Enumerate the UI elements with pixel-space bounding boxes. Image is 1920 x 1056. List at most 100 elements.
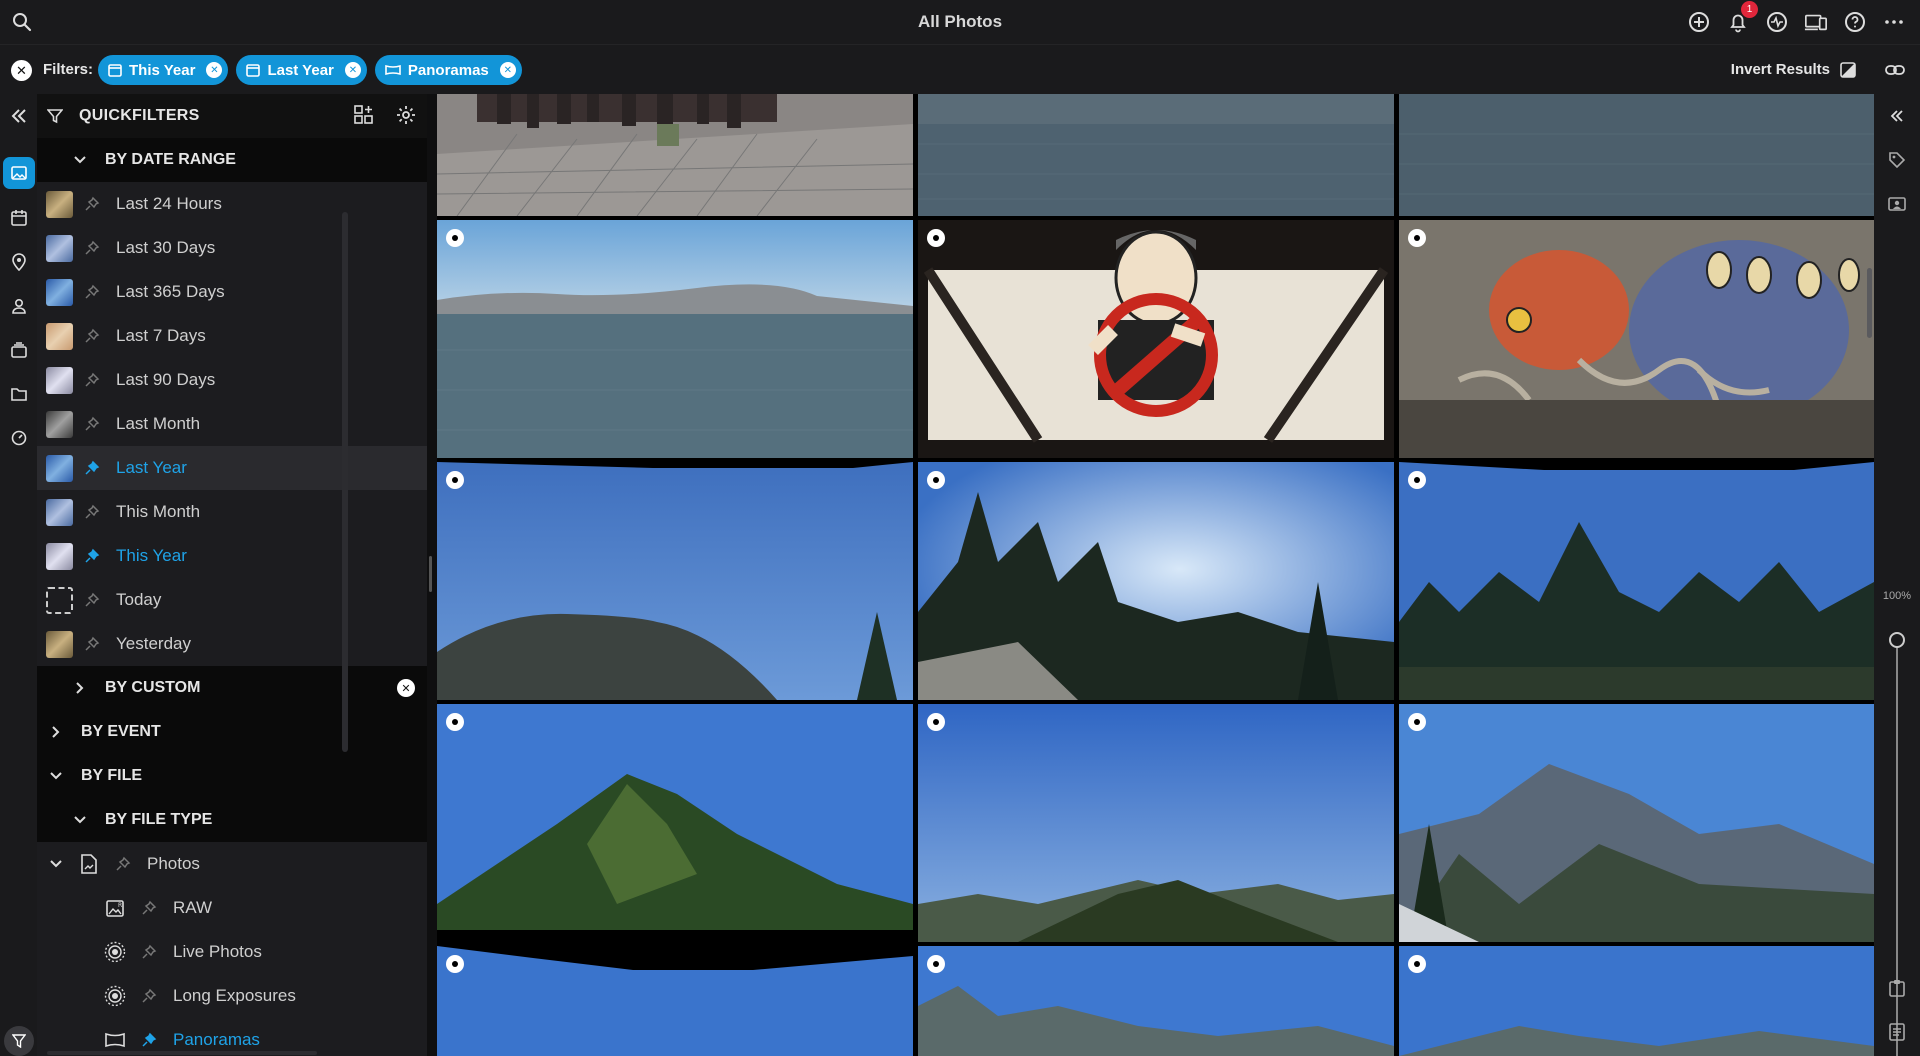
chip-label: Panoramas: [407, 61, 489, 79]
photo-tile[interactable]: [1399, 94, 1874, 216]
filter-toggle-icon[interactable]: [4, 1026, 34, 1056]
date-filter-item[interactable]: Last 30 Days: [37, 226, 427, 270]
sidebar-scrollbar[interactable]: [342, 212, 348, 752]
photo-tile[interactable]: [918, 220, 1394, 458]
collapse-sidebar-icon[interactable]: [7, 104, 31, 128]
albums-view-icon[interactable]: [7, 338, 31, 362]
remove-chip-button[interactable]: ✕: [344, 62, 361, 78]
date-filter-item[interactable]: This Year: [37, 534, 427, 578]
date-filter-item[interactable]: Last 365 Days: [37, 270, 427, 314]
pin-icon[interactable]: [115, 856, 133, 872]
pin-icon[interactable]: [84, 460, 102, 476]
file-type-photos[interactable]: Photos: [37, 842, 427, 886]
item-label: Panoramas: [173, 1030, 260, 1049]
panel-resize-handle[interactable]: [429, 556, 432, 592]
photo-tile[interactable]: [918, 94, 1394, 216]
thumbnail: [46, 410, 73, 438]
date-filter-item[interactable]: Last Year: [37, 446, 427, 490]
expand-panel-icon[interactable]: [1885, 104, 1909, 128]
file-type-item[interactable]: Live Photos: [37, 930, 427, 974]
photo-tile[interactable]: [1399, 220, 1874, 458]
section-by-date-range[interactable]: BY DATE RANGE: [37, 138, 427, 182]
pin-icon[interactable]: [141, 988, 159, 1004]
pin-icon[interactable]: [84, 504, 102, 520]
pin-icon[interactable]: [84, 372, 102, 388]
dashboard-view-icon[interactable]: [7, 426, 31, 450]
filter-chip-panoramas[interactable]: Panoramas ✕: [374, 55, 522, 85]
pin-icon[interactable]: [84, 284, 102, 300]
panorama-icon: [385, 63, 401, 77]
photo-tile[interactable]: [918, 946, 1394, 1056]
pin-icon[interactable]: [84, 636, 102, 652]
photo-tile[interactable]: [437, 946, 913, 1056]
remove-chip-button[interactable]: ✕: [499, 62, 516, 78]
devices-icon[interactable]: [1804, 10, 1828, 34]
pin-icon[interactable]: [141, 1032, 159, 1048]
date-filter-item[interactable]: This Month: [37, 490, 427, 534]
geotag-icon: [927, 471, 945, 489]
filter-chip-this-year[interactable]: This Year ✕: [98, 55, 229, 85]
invert-results-label: Invert Results: [1730, 61, 1830, 78]
pin-icon[interactable]: [141, 900, 159, 916]
section-by-file[interactable]: BY FILE: [37, 754, 427, 798]
photo-tile[interactable]: [1399, 704, 1874, 942]
pin-icon[interactable]: [84, 240, 102, 256]
more-options-icon[interactable]: [1882, 10, 1906, 34]
pin-icon[interactable]: [84, 196, 102, 212]
remove-chip-button[interactable]: ✕: [206, 62, 223, 78]
document-icon: [77, 854, 101, 874]
photos-view-icon[interactable]: [3, 157, 35, 189]
notifications-bell-icon[interactable]: 1: [1726, 1, 1758, 34]
sidebar-horizontal-scrollbar[interactable]: [47, 1051, 317, 1055]
date-filter-item[interactable]: Last 7 Days: [37, 314, 427, 358]
pin-icon[interactable]: [141, 944, 159, 960]
section-by-event[interactable]: BY EVENT: [37, 710, 427, 754]
zoom-slider-handle[interactable]: [1889, 632, 1905, 648]
clear-filters-button[interactable]: ✕: [11, 60, 32, 81]
quickfilters-panel: QUICKFILTERS BY DATE RANGE Last 24 Hours…: [37, 94, 427, 1056]
photo-tile[interactable]: [1399, 462, 1874, 700]
photo-tile[interactable]: [437, 220, 913, 458]
pin-icon[interactable]: [84, 548, 102, 564]
item-label: This Year: [116, 546, 187, 565]
photo-tile[interactable]: [918, 462, 1394, 700]
calendar-view-icon[interactable]: [7, 206, 31, 230]
activity-icon[interactable]: [1765, 10, 1789, 34]
photo-tile[interactable]: [437, 462, 913, 700]
date-filter-item[interactable]: Today: [37, 578, 427, 622]
clear-custom-button[interactable]: ✕: [397, 679, 415, 697]
people-view-icon[interactable]: [7, 294, 31, 318]
photo-tile[interactable]: [1399, 946, 1874, 1056]
date-filter-item[interactable]: Last 24 Hours: [37, 182, 427, 226]
photo-tile[interactable]: [918, 704, 1394, 942]
date-filter-item[interactable]: Last 90 Days: [37, 358, 427, 402]
photo-tile[interactable]: [437, 94, 913, 216]
clipboard-icon[interactable]: [1885, 976, 1909, 1000]
help-icon[interactable]: [1843, 10, 1867, 34]
layout-icon[interactable]: [353, 104, 375, 126]
map-view-icon[interactable]: [7, 250, 31, 274]
date-filter-item[interactable]: Last Month: [37, 402, 427, 446]
tag-icon[interactable]: [1885, 148, 1909, 172]
filter-chip-last-year[interactable]: Last Year ✕: [236, 55, 367, 85]
people-tag-icon[interactable]: [1885, 192, 1909, 216]
left-rail: [0, 94, 37, 1056]
folders-view-icon[interactable]: [7, 382, 31, 406]
pin-icon[interactable]: [84, 328, 102, 344]
grid-scrollbar[interactable]: [1867, 268, 1872, 338]
file-type-item[interactable]: R RAW: [37, 886, 427, 930]
item-label: Today: [116, 590, 162, 609]
add-icon[interactable]: [1687, 10, 1711, 34]
list-details-icon[interactable]: [1885, 1020, 1909, 1044]
pin-icon[interactable]: [84, 592, 102, 608]
date-filter-item[interactable]: Yesterday: [37, 622, 427, 666]
file-type-item[interactable]: Long Exposures: [37, 974, 427, 1018]
link-icon[interactable]: [1884, 59, 1906, 81]
section-by-custom[interactable]: BY CUSTOM ✕: [37, 666, 427, 710]
photo-tile[interactable]: [437, 704, 913, 942]
section-label: BY FILE: [81, 767, 143, 784]
settings-gear-icon[interactable]: [395, 104, 417, 126]
invert-results-toggle[interactable]: Invert Results: [1731, 61, 1856, 78]
section-by-file-type[interactable]: BY FILE TYPE: [37, 798, 427, 842]
pin-icon[interactable]: [84, 416, 102, 432]
